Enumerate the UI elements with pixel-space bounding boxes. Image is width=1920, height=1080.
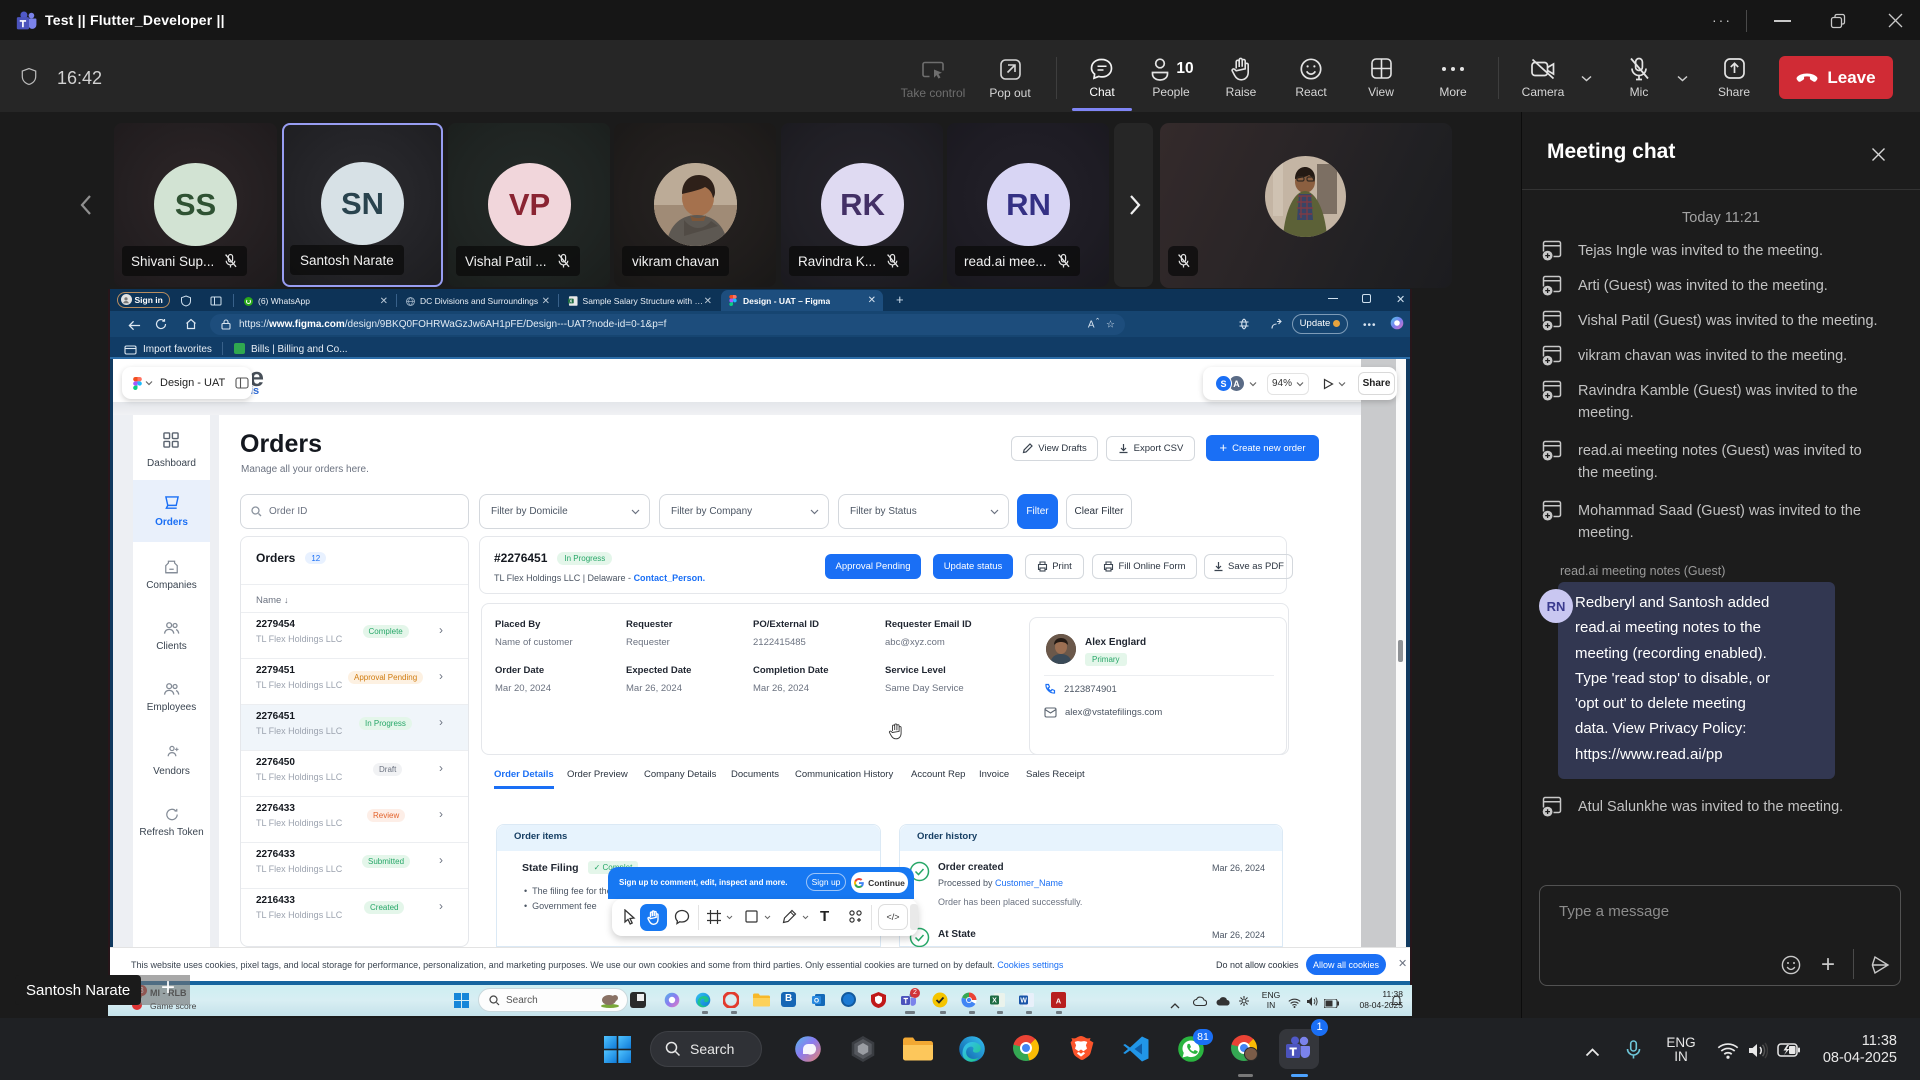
svg-text:W: W: [1020, 998, 1027, 1005]
svg-text:X: X: [569, 299, 572, 304]
svg-text:O: O: [814, 998, 819, 1005]
svg-text:X: X: [992, 998, 997, 1005]
svg-text:A: A: [1056, 997, 1062, 1006]
